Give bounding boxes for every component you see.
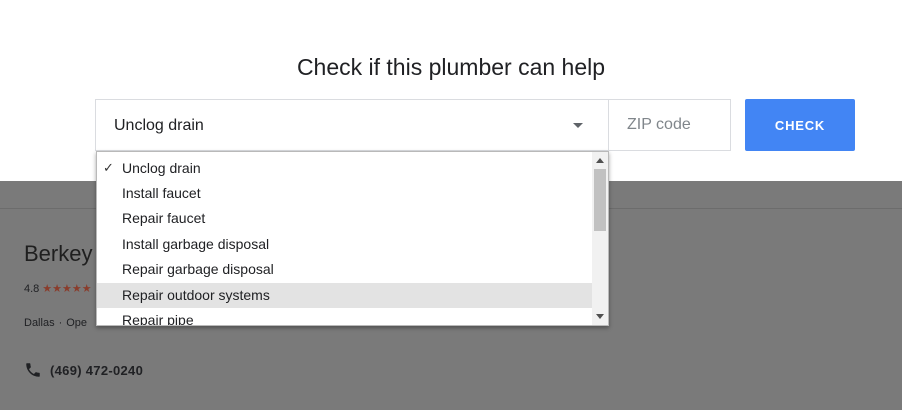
option-label: Repair outdoor systems — [122, 287, 270, 303]
phone-icon — [26, 363, 40, 377]
dropdown-option-repair-faucet[interactable]: Repair faucet — [97, 206, 593, 231]
chevron-down-icon — [573, 123, 583, 128]
service-select-value: Unclog drain — [114, 117, 204, 134]
check-button[interactable]: CHECK — [745, 99, 855, 151]
option-label: Repair garbage disposal — [122, 261, 274, 277]
dropdown-option-repair-outdoor-systems[interactable]: Repair outdoor systems — [97, 283, 593, 308]
business-name: Berkey — [24, 241, 93, 266]
separator: · — [58, 317, 63, 329]
option-label: Repair faucet — [122, 210, 206, 226]
scroll-up-arrow-icon[interactable] — [596, 158, 604, 163]
phone-number[interactable]: (469) 472-0240 — [50, 363, 143, 378]
dropdown-option-unclog-drain[interactable]: ✓ Unclog drain — [97, 156, 593, 181]
checkmark-icon: ✓ — [103, 160, 114, 175]
scrollbar-thumb[interactable] — [594, 169, 606, 231]
option-label: Unclog drain — [122, 160, 201, 176]
location-row: Dallas · Ope — [24, 317, 87, 329]
dropdown-scrollbar[interactable] — [592, 152, 608, 325]
service-select[interactable]: Unclog drain — [95, 99, 609, 151]
zip-field-container[interactable] — [609, 99, 731, 151]
option-label: Install garbage disposal — [122, 236, 270, 252]
dropdown-option-repair-pipe[interactable]: Repair pipe — [97, 308, 593, 326]
phone-row[interactable]: (469) 472-0240 — [24, 361, 143, 379]
option-label: Install faucet — [122, 185, 201, 201]
page-title: Check if this plumber can help — [296, 54, 606, 80]
dropdown-option-install-faucet[interactable]: Install faucet — [97, 181, 593, 206]
rating-value: 4.8 — [24, 282, 40, 295]
dropdown-option-repair-garbage-disposal[interactable]: Repair garbage disposal — [97, 257, 593, 282]
zip-code-input[interactable] — [627, 116, 723, 134]
service-dropdown-list[interactable]: ✓ Unclog drain Install faucet Repair fau… — [96, 151, 609, 326]
scroll-down-arrow-icon[interactable] — [596, 314, 604, 319]
business-hours-status: Ope — [66, 317, 88, 329]
option-label: Repair pipe — [122, 312, 194, 326]
dropdown-option-install-garbage-disposal[interactable]: Install garbage disposal — [97, 232, 593, 257]
rating-row: 4.8 ★★★★★ — [24, 282, 92, 296]
business-location: Dallas — [24, 317, 55, 329]
rating-stars: ★★★★★ — [42, 283, 92, 295]
